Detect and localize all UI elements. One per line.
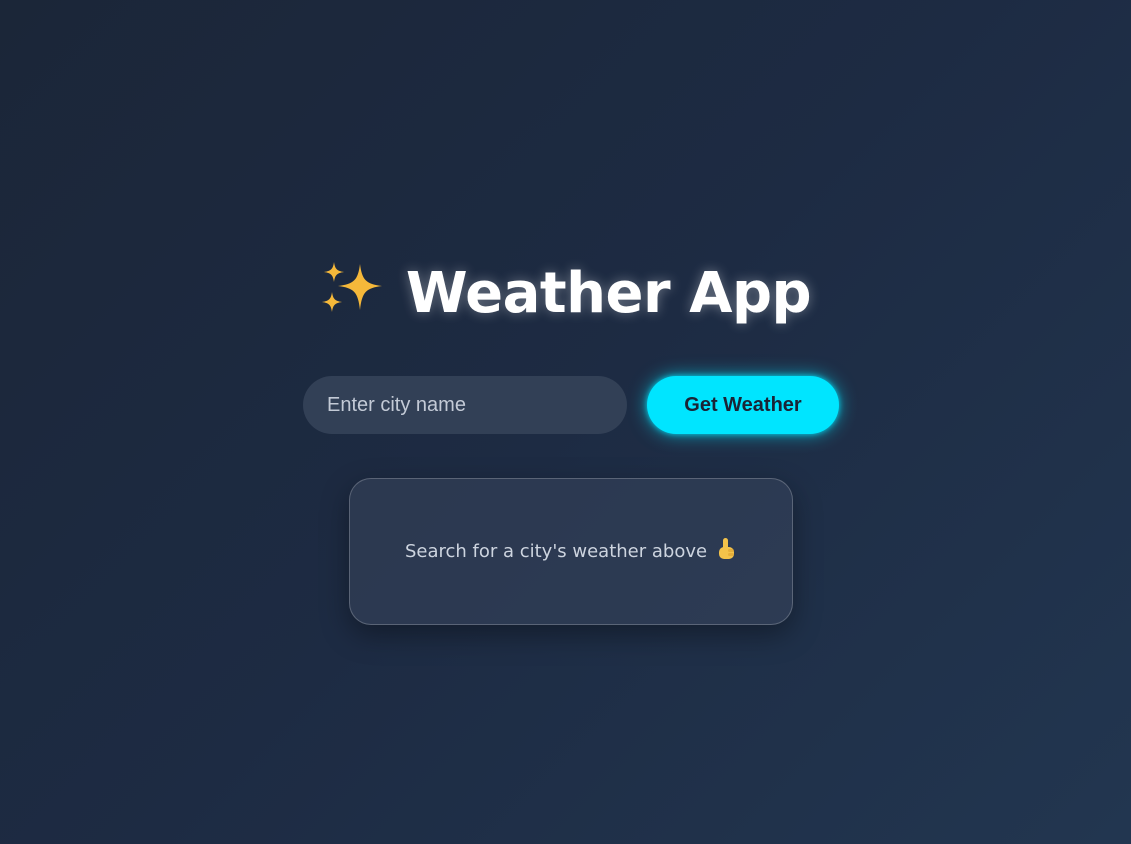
pointing-up-hand-icon: [715, 537, 737, 561]
title-text: Weather App: [405, 261, 812, 326]
city-search-input[interactable]: [303, 376, 627, 434]
get-weather-button[interactable]: Get Weather: [647, 376, 839, 434]
sparkles-icon: [320, 260, 384, 318]
result-message: Search for a city's weather above: [350, 537, 792, 567]
weather-app: Weather App Get Weather Search for a cit…: [0, 0, 1131, 844]
search-bar: Get Weather: [303, 376, 839, 434]
result-message-text: Search for a city's weather above: [404, 541, 708, 562]
page-title: Weather App: [0, 258, 1131, 330]
weather-result-card: Search for a city's weather above: [349, 478, 793, 625]
